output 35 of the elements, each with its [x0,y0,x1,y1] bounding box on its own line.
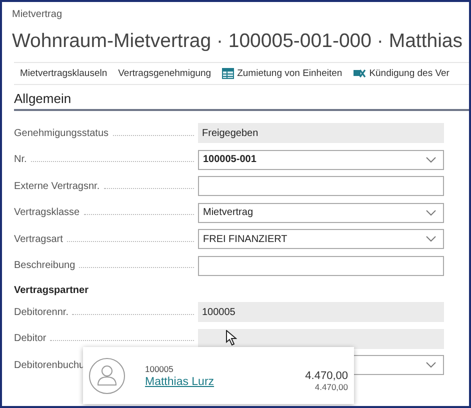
chevron-icon [426,156,436,163]
group-heading: Vertragspartner [14,284,90,298]
action-button[interactable]: Vertragsgenehmigung [112,68,216,79]
person-avatar-icon [89,358,125,394]
dropdown-field[interactable]: FREI FINANZIERT [198,229,444,250]
action-button[interactable]: Zumietung von Einheiten [216,68,346,79]
document-x-icon [353,68,366,79]
input-field[interactable] [198,176,444,196]
field-label: Genehmigungsstatus [14,128,109,139]
chevron-icon [426,210,436,216]
field-label: Debitorenbuchu [14,360,85,371]
input-field[interactable] [198,256,444,276]
field-label: Nr. [14,154,27,166]
spreadsheet-icon [222,68,234,79]
action-button[interactable]: Kündigung des Ver [347,68,454,79]
field-label: Debitorennr. [14,306,68,318]
readonly-field: Freigegeben [198,123,444,144]
section-title: Allgemein [14,91,469,111]
breadcrumb: Mietvertrag [11,8,64,20]
customer-number: 100005 [145,364,174,374]
action-button[interactable]: Mietvertragsklauseln [14,68,112,79]
page-title: Wohnraum-Mietvertrag · 100005-001-000 · Matthias [11,29,464,53]
chevron-icon [426,236,436,242]
dropdown-field[interactable]: 100005-001 [198,150,444,170]
field-label: Externe Vertragsnr. [14,180,100,192]
balance-due-amount: 4.470,00 [314,382,348,392]
field-label: Vertragsklasse [14,207,80,218]
field-label: Beschreibung [14,260,76,272]
field-label: Debitor [14,333,46,344]
readonly-field: 100005 [198,302,444,322]
balance-amount: 4.470,00 [305,370,348,382]
chevron-icon [426,362,436,368]
dropdown-field[interactable]: Mietvertrag [198,202,444,223]
field-label: Vertragsart [14,234,63,245]
customer-name-link[interactable]: Matthias Lurz [145,376,306,388]
